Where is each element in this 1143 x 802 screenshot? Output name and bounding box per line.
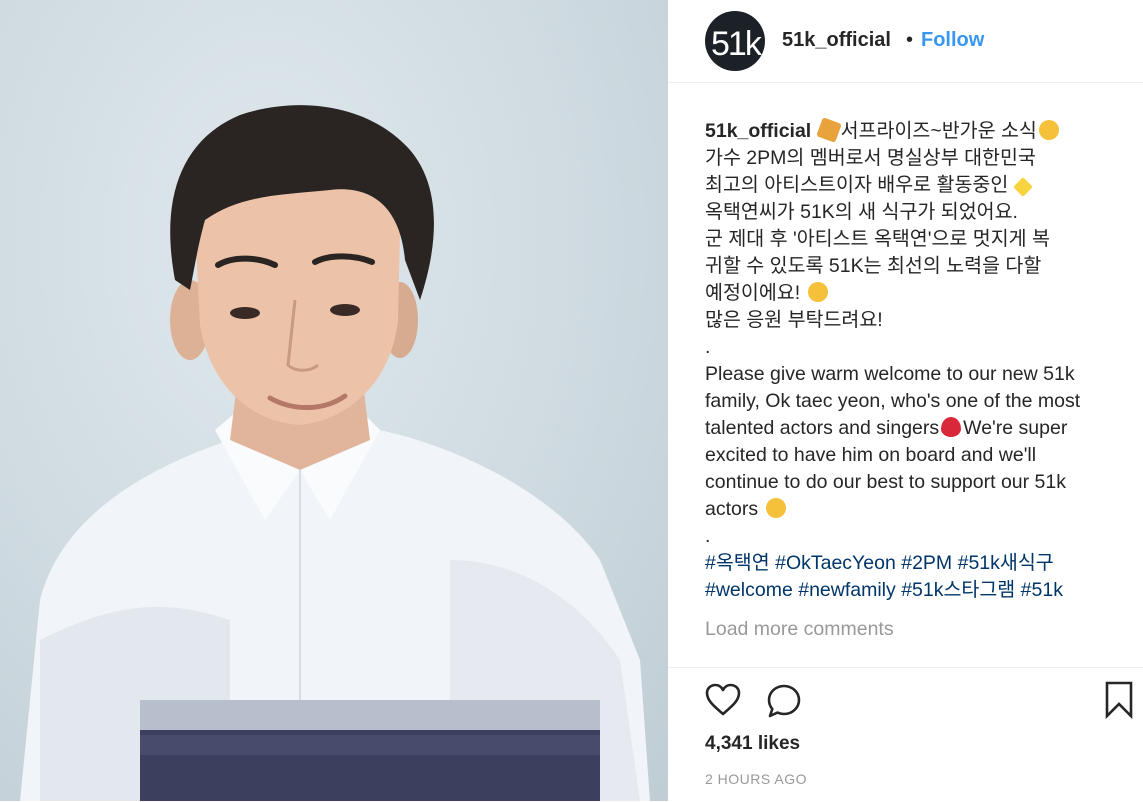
caption-line: 최고의 아티스트이자 배우로 활동중인 <box>705 172 1135 199</box>
header-username[interactable]: 51k_official <box>782 29 891 52</box>
post-timestamp[interactable]: 2 HOURS AGO <box>705 771 807 787</box>
hashtag-link[interactable]: #newfamily <box>798 579 896 601</box>
post-caption: 51k_official 서프라이즈~반가운 소식 가수 2PM의 멤버로서 명… <box>705 118 1135 663</box>
post-header: 51k 51k_official • Follow <box>668 0 1143 83</box>
caption-line: 가수 2PM의 멤버로서 명실상부 대한민국 <box>705 147 1036 169</box>
hashtag-link[interactable]: #옥택연 <box>705 552 770 574</box>
hashtag-link[interactable]: #51k스타그램 <box>901 579 1015 601</box>
post-photo[interactable] <box>0 0 668 801</box>
caption-line: 예정이에요! <box>705 280 1135 307</box>
caption-line: talented actors and singers We're super <box>705 415 1135 442</box>
avatar-logo-text: 51k <box>711 25 762 63</box>
caption-line: family, Ok taec yeon, who's one of the m… <box>705 390 1081 412</box>
confetti-emoji <box>815 118 842 143</box>
caption-line: excited to have him on board and we'll <box>705 444 1037 466</box>
caption-line: 많은 응원 부탁드려요! <box>705 309 883 331</box>
sparkles-emoji <box>1012 177 1033 197</box>
hashtag-link[interactable]: #2PM <box>901 552 952 574</box>
caption-line: continue to do our best to support our 5… <box>705 471 1066 493</box>
caption-line: actors <box>705 496 1135 523</box>
post-actions: 4,341 likes 2 HOURS AGO <box>668 667 1143 802</box>
caption-line: 귀할 수 있도록 51K는 최선의 노력을 다할 <box>705 255 1042 277</box>
caption-line: 옥택연씨가 51K의 새 식구가 되었어요. <box>705 201 1018 223</box>
hashtag-line: #옥택연 #OkTaecYeon #2PM #51k새식구 <box>705 550 1135 577</box>
caption-line: Please give warm welcome to our new 51k <box>705 363 1075 385</box>
bookmark-icon[interactable] <box>1104 681 1134 719</box>
hashtag-link[interactable]: #51k <box>1021 579 1063 601</box>
caption-text: 최고의 아티스트이자 배우로 활동중인 <box>705 174 1009 196</box>
caption-text: We're super <box>963 417 1068 439</box>
caption-text: 예정이에요! <box>705 282 801 304</box>
post-side-panel: 51k 51k_official • Follow 51k_official 서… <box>668 0 1143 801</box>
caption-username[interactable]: 51k_official <box>705 120 811 142</box>
thinking-emoji <box>765 498 786 518</box>
avatar[interactable]: 51k <box>705 11 765 71</box>
caption-line-1: 51k_official 서프라이즈~반가운 소식 <box>705 118 1135 145</box>
heart-icon[interactable] <box>705 683 741 717</box>
caption-text: 서프라이즈~반가운 소식 <box>840 120 1037 142</box>
clap-emoji <box>1038 120 1059 140</box>
comment-icon[interactable] <box>766 683 802 719</box>
caption-line: 군 제대 후 '아티스트 옥택연'으로 멋지게 복 <box>705 228 1050 250</box>
caption-text: actors <box>705 498 759 520</box>
hug-emoji <box>807 282 828 302</box>
heart-emoji <box>941 417 962 437</box>
portrait-image <box>20 105 650 801</box>
follow-button[interactable]: Follow <box>921 29 984 52</box>
hashtag-link[interactable]: #OkTaecYeon <box>775 552 896 574</box>
hashtag-link[interactable]: #51k새식구 <box>958 552 1054 574</box>
likes-count[interactable]: 4,341 likes <box>705 733 800 755</box>
hashtag-line: #welcome #newfamily #51k스타그램 #51k <box>705 577 1135 604</box>
header-separator: • <box>906 29 914 51</box>
load-more-comments-link[interactable]: Load more comments <box>705 618 894 641</box>
caption-line: . <box>705 525 711 547</box>
caption-text: talented actors and singers <box>705 417 940 439</box>
hashtag-link[interactable]: #welcome <box>705 579 793 601</box>
caption-line: . <box>705 336 711 358</box>
